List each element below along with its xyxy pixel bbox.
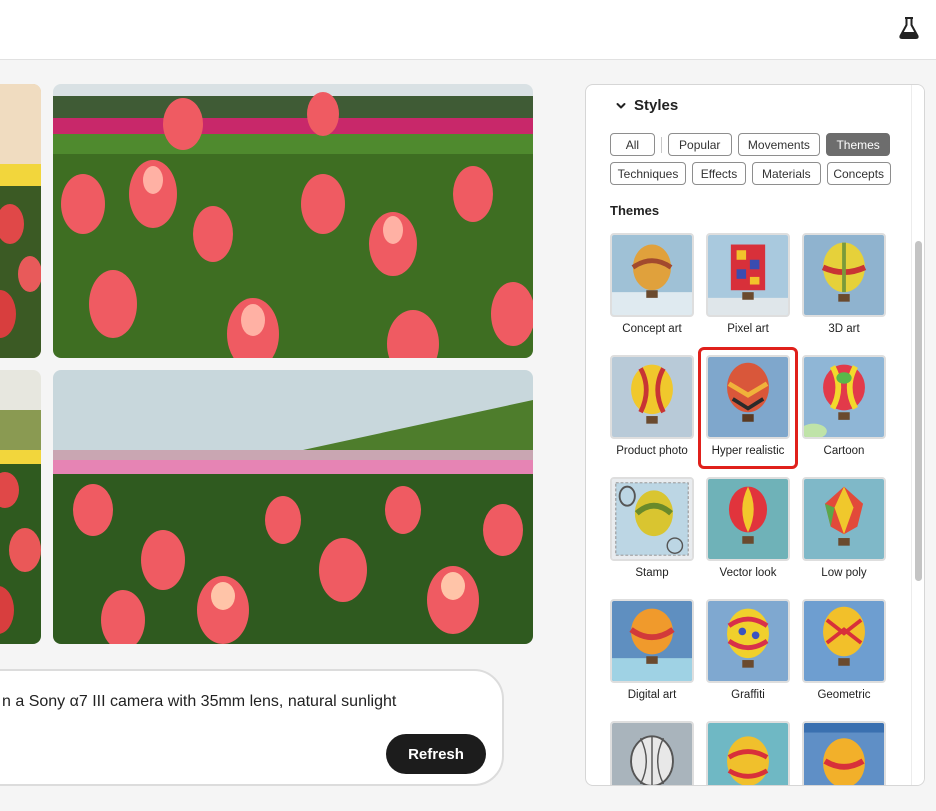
theme-vector-look[interactable]: Vector look (706, 477, 790, 579)
theme-thumbnail[interactable] (802, 355, 886, 439)
prompt-text[interactable]: n a Sony α7 III camera with 35mm lens, n… (2, 693, 396, 711)
filter-techniques[interactable]: Techniques (610, 162, 686, 185)
generated-image-1[interactable] (0, 84, 41, 358)
theme-thumbnail[interactable] (802, 721, 886, 785)
generated-image-2[interactable] (53, 84, 533, 358)
refresh-button[interactable]: Refresh (386, 734, 486, 774)
theme-cartoon[interactable]: Cartoon (802, 355, 886, 457)
theme-label: Geometric (817, 689, 871, 701)
theme-label: Low poly (821, 567, 867, 579)
theme-hyper-realistic[interactable]: Hyper realistic (706, 355, 790, 457)
filter-movements[interactable]: Movements (737, 133, 821, 156)
theme-digital-art[interactable]: Digital art (610, 599, 694, 701)
theme-thumbnail[interactable] (802, 477, 886, 561)
filter-all[interactable]: All (610, 133, 655, 156)
styles-header[interactable]: Styles (616, 97, 678, 114)
theme-label: Pixel art (727, 323, 769, 335)
theme-thumbnail[interactable] (610, 477, 694, 561)
theme-thumbnail[interactable] (802, 599, 886, 683)
theme-thumbnail[interactable] (706, 477, 790, 561)
theme-item[interactable] (706, 721, 790, 785)
filter-concepts[interactable]: Concepts (826, 162, 891, 185)
filter-themes[interactable]: Themes (826, 133, 890, 156)
theme-3d-art[interactable]: 3D art (802, 233, 886, 335)
theme-thumbnail[interactable] (706, 599, 790, 683)
theme-concept-art[interactable]: Concept art (610, 233, 694, 335)
themes-section-title: Themes (610, 203, 660, 218)
theme-thumbnail[interactable] (802, 233, 886, 317)
top-bar (0, 0, 936, 60)
theme-label: 3D art (828, 323, 860, 335)
theme-label: Concept art (622, 323, 682, 335)
theme-graffiti[interactable]: Graffiti (706, 599, 790, 701)
theme-label: Vector look (719, 567, 777, 579)
theme-thumbnail[interactable] (610, 233, 694, 317)
theme-item[interactable] (802, 721, 886, 785)
theme-product-photo[interactable]: Product photo (610, 355, 694, 457)
theme-label: Hyper realistic (711, 445, 785, 457)
chevron-down-icon (616, 102, 626, 108)
flask-icon[interactable] (898, 16, 920, 40)
theme-label: Cartoon (823, 445, 865, 457)
theme-thumbnail[interactable] (706, 721, 790, 785)
theme-thumbnail[interactable] (610, 599, 694, 683)
generated-image-4[interactable] (53, 370, 533, 644)
panel-scrollbar[interactable] (911, 85, 924, 785)
theme-label: Graffiti (731, 689, 765, 701)
theme-item[interactable] (610, 721, 694, 785)
generated-image-3[interactable] (0, 370, 41, 644)
filter-popular[interactable]: Popular (667, 133, 732, 156)
theme-thumbnail[interactable] (610, 721, 694, 785)
style-filters: All Popular Movements Themes Techniques … (610, 133, 891, 191)
theme-stamp[interactable]: Stamp (610, 477, 694, 579)
theme-label: Product photo (616, 445, 688, 457)
styles-panel: Styles All Popular Movements Themes Tech… (585, 84, 925, 786)
filter-materials[interactable]: Materials (752, 162, 821, 185)
theme-geometric[interactable]: Geometric (802, 599, 886, 701)
prompt-box[interactable]: n a Sony α7 III camera with 35mm lens, n… (0, 669, 504, 786)
theme-low-poly[interactable]: Low poly (802, 477, 886, 579)
theme-pixel-art[interactable]: Pixel art (706, 233, 790, 335)
theme-thumbnail[interactable] (706, 233, 790, 317)
theme-thumbnail[interactable] (610, 355, 694, 439)
theme-label: Stamp (635, 567, 669, 579)
scrollbar-thumb[interactable] (915, 241, 922, 581)
theme-thumbnail[interactable] (706, 355, 790, 439)
theme-label: Digital art (627, 689, 677, 701)
filter-divider (660, 136, 662, 153)
filter-effects[interactable]: Effects (692, 162, 746, 185)
styles-title: Styles (634, 97, 679, 114)
